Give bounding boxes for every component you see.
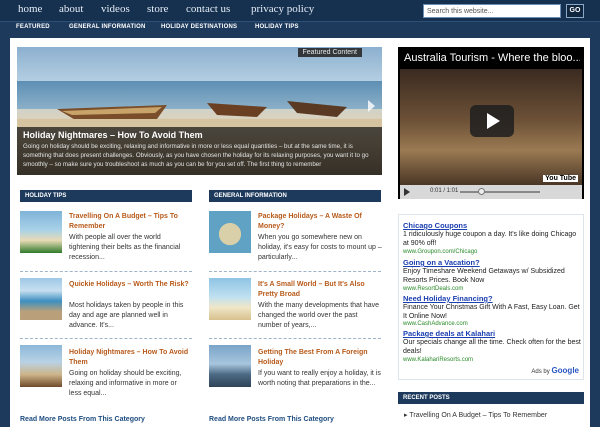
general-information-heading: GENERAL INFORMATION xyxy=(209,190,381,202)
recent-posts-heading: RECENT POSTS xyxy=(398,392,584,404)
cat-general-link[interactable]: GENERAL INFORMATION xyxy=(69,24,146,30)
ads-by-google[interactable]: Ads by Google xyxy=(531,366,579,375)
cat-tips-link[interactable]: HOLIDAY TIPS xyxy=(255,24,299,30)
post-thumbnail[interactable] xyxy=(209,278,251,320)
nav-store-link[interactable]: store xyxy=(147,3,168,15)
ad-url[interactable]: www.ResortDeals.com xyxy=(403,286,463,292)
nav-contact-link[interactable]: contact us xyxy=(186,3,230,15)
post-excerpt: Going on holiday should be exciting, rel… xyxy=(69,370,182,397)
post-excerpt: When you go somewhere new on holiday, it… xyxy=(258,234,382,261)
ad-url[interactable]: www.KalahariResorts.com xyxy=(403,357,473,363)
ad-url[interactable]: www.CashAdvance.com xyxy=(403,321,468,327)
video-controls: 0:01 / 1:01 xyxy=(400,185,582,199)
divider xyxy=(20,271,192,272)
control-play-icon[interactable] xyxy=(404,188,410,196)
ad-text: Our specials change all the time. Check … xyxy=(403,339,581,355)
recent-post-link[interactable]: ▸ Travelling On A Budget – Tips To Remem… xyxy=(404,411,547,419)
featured-caption: Holiday Nightmares – How To Avoid Them G… xyxy=(17,127,382,175)
holiday-tips-heading: HOLIDAY TIPS xyxy=(20,190,192,202)
ads-by-label: Ads by xyxy=(531,369,550,375)
post-title[interactable]: It's A Small World – But It's Also Prett… xyxy=(258,280,380,300)
featured-tag: Featured Content xyxy=(297,48,362,57)
ad-title-link[interactable]: Chicago Coupons xyxy=(403,221,467,230)
ad-url[interactable]: www.Groupon.com/Chicago xyxy=(403,249,477,255)
post-excerpt: Most holidays taken by people in this da… xyxy=(69,302,184,329)
post-title[interactable]: Holiday Nightmares – How To Avoid Them xyxy=(69,348,189,368)
divider xyxy=(209,271,381,272)
post-excerpt: If you want to really enjoy a holiday, i… xyxy=(258,370,381,387)
go-button[interactable]: GO xyxy=(566,4,584,18)
post-title[interactable]: Package Holidays – A Waste Of Money? xyxy=(258,212,380,232)
nav-home-link[interactable]: home xyxy=(18,3,42,15)
search-input[interactable]: Search this website... xyxy=(423,4,561,18)
video-thumbnail[interactable]: You Tube xyxy=(400,69,582,185)
post-title[interactable]: Quickie Holidays – Worth The Risk? xyxy=(69,280,189,290)
category-navigation: FEATURED GENERAL INFORMATION HOLIDAY DES… xyxy=(0,22,600,34)
youtube-logo-icon[interactable]: You Tube xyxy=(543,175,578,182)
featured-slider[interactable]: Featured Content Holiday Nightmares – Ho… xyxy=(17,47,382,175)
nav-about-link[interactable]: about xyxy=(59,3,83,15)
video-player[interactable]: Australia Tourism - Where the bloo... Yo… xyxy=(398,47,584,199)
ad-title-link[interactable]: Need Holiday Financing? xyxy=(403,294,493,303)
post-thumbnail[interactable] xyxy=(20,278,62,320)
post-thumbnail[interactable] xyxy=(20,345,62,387)
video-progress-bar[interactable] xyxy=(460,191,540,193)
featured-excerpt: Going on holiday should be exciting, rel… xyxy=(23,143,369,168)
post-title[interactable]: Travelling On A Budget – Tips To Remembe… xyxy=(69,212,189,232)
nav-privacy-link[interactable]: privacy policy xyxy=(251,3,314,15)
ad-text: Enjoy Timeshare Weekend Getaways w/ Subs… xyxy=(403,268,565,284)
divider xyxy=(209,338,381,339)
nav-videos-link[interactable]: videos xyxy=(101,3,130,15)
featured-title[interactable]: Holiday Nightmares – How To Avoid Them xyxy=(23,130,376,140)
cat-featured-link[interactable]: FEATURED xyxy=(16,24,50,30)
google-logo-icon: Google xyxy=(551,366,579,375)
read-more-link[interactable]: Read More Posts From This Category xyxy=(20,416,145,423)
ads-box: Chicago Coupons 1 ridiculously huge coup… xyxy=(398,214,584,380)
divider xyxy=(20,338,192,339)
slider-next-arrow[interactable] xyxy=(368,100,375,112)
play-icon[interactable] xyxy=(470,105,514,137)
ad-title-link[interactable]: Going on a Vacation? xyxy=(403,258,480,267)
post-thumbnail[interactable] xyxy=(209,211,251,253)
ad-text: Finance Your Christmas Gift With A Fast,… xyxy=(403,304,580,320)
read-more-link[interactable]: Read More Posts From This Category xyxy=(209,416,334,423)
video-progress-handle[interactable] xyxy=(478,188,485,195)
post-thumbnail[interactable] xyxy=(209,345,251,387)
post-title[interactable]: Getting The Best From A Foreign Holiday xyxy=(258,348,380,368)
post-excerpt: With the many developments that have cha… xyxy=(258,302,380,329)
post-excerpt: With people all over the world tightenin… xyxy=(69,234,181,261)
recent-post-title[interactable]: Travelling On A Budget – Tips To Remembe… xyxy=(409,412,547,419)
video-title[interactable]: Australia Tourism - Where the bloo... xyxy=(404,52,580,64)
ad-title-link[interactable]: Package deals at Kalahari xyxy=(403,329,495,338)
post-thumbnail[interactable] xyxy=(20,211,62,253)
top-navigation: home about videos store contact us priva… xyxy=(0,0,600,22)
ad-text: 1 ridiculously huge coupon a day. It's l… xyxy=(403,231,577,247)
cat-destinations-link[interactable]: HOLIDAY DESTINATIONS xyxy=(161,24,237,30)
video-time: 0:01 / 1:01 xyxy=(430,188,459,194)
